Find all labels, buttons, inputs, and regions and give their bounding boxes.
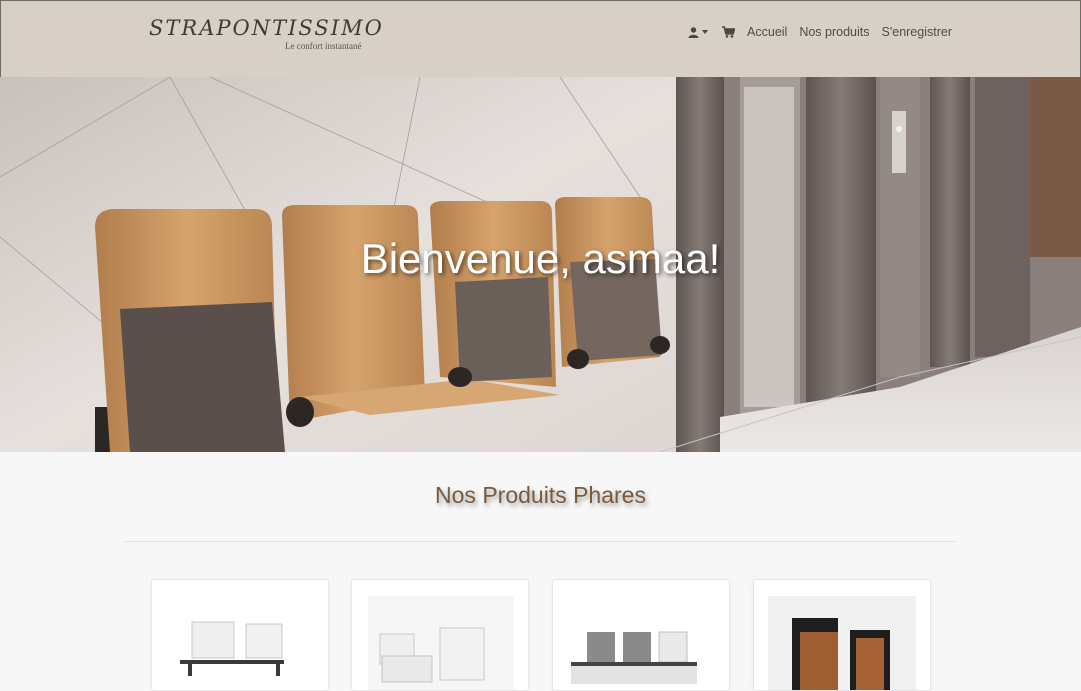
nav-link-senregistrer[interactable]: S'enregistrer (882, 25, 952, 39)
product-card[interactable] (552, 579, 730, 691)
hero-welcome-title: Bienvenue, asmaa! (360, 235, 721, 282)
nav-link-accueil[interactable]: Accueil (747, 25, 787, 39)
hero-banner: Bienvenue, asmaa! (0, 77, 1081, 452)
navbar: STRAPONTISSIMO Le confort instantané Acc… (0, 0, 1081, 77)
chevron-down-icon (702, 30, 709, 34)
user-icon (688, 26, 699, 38)
section-divider (124, 541, 957, 542)
brand-logo[interactable]: STRAPONTISSIMO Le confort instantané (149, 15, 384, 51)
product-card[interactable] (151, 579, 329, 691)
cart-button[interactable] (722, 26, 736, 38)
nav-link-nos-produits[interactable]: Nos produits (799, 25, 869, 39)
featured-products-title: Nos Produits Phares (435, 482, 646, 508)
user-dropdown[interactable] (688, 26, 709, 38)
brand-title: STRAPONTISSIMO (149, 16, 384, 40)
product-card[interactable] (753, 579, 931, 691)
nav-menu: Accueil Nos produits S'enregistrer (688, 23, 952, 41)
shopping-cart-icon (722, 26, 736, 38)
brand-tagline: Le confort instantané (285, 41, 362, 51)
product-card[interactable] (351, 579, 529, 691)
